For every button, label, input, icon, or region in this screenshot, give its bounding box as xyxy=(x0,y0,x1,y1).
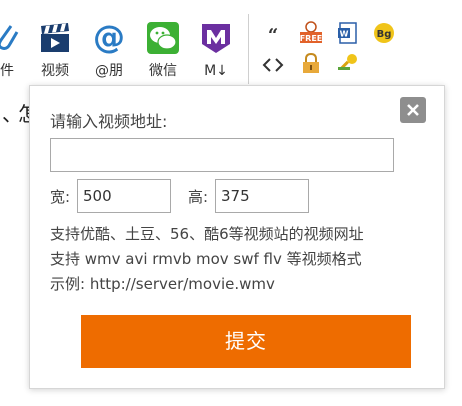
toolbar-mention-button[interactable]: @ @朋 xyxy=(84,20,134,84)
wechat-icon xyxy=(147,22,179,54)
toolbar-video-button[interactable]: 视频 xyxy=(30,20,80,84)
video-clapper-icon xyxy=(41,23,69,52)
attachment-icon xyxy=(0,25,19,50)
svg-text:“: “ xyxy=(268,25,278,46)
markdown-icon xyxy=(202,24,230,53)
toolbar-wechat-button[interactable]: 微信 xyxy=(138,20,188,84)
height-input[interactable] xyxy=(215,179,309,213)
word-doc-icon[interactable]: W xyxy=(337,22,359,44)
submit-button[interactable]: 提交 xyxy=(81,315,411,368)
close-button[interactable] xyxy=(400,97,426,123)
height-label: 高: xyxy=(188,188,209,206)
toolbar-attachment-button[interactable]: 件 xyxy=(0,20,32,84)
bg-badge-icon[interactable]: Bg xyxy=(373,22,395,44)
bg-badge-text: Bg xyxy=(377,29,392,40)
lock-icon[interactable] xyxy=(300,52,322,74)
toolbar-markdown-button[interactable]: M↓ xyxy=(191,20,241,84)
code-icon[interactable] xyxy=(262,54,284,76)
video-url-input[interactable] xyxy=(50,138,394,172)
width-input[interactable] xyxy=(77,179,171,213)
word-doc-text: W xyxy=(340,30,349,39)
free-tag-icon[interactable]: FREE xyxy=(299,20,323,46)
toolbar-attachment-label: 件 xyxy=(0,63,14,79)
key-user-icon[interactable] xyxy=(337,52,359,74)
help-line-sites: 支持优酷、土豆、56、酷6等视频站的视频网址 xyxy=(50,225,364,243)
svg-text:@: @ xyxy=(93,20,125,56)
toolbar-separator xyxy=(248,14,249,84)
insert-video-dialog: 请输入视频地址: 宽: 高: 支持优酷、土豆、56、酷6等视频站的视频网址 支持… xyxy=(29,85,445,389)
at-mention-icon: @ xyxy=(93,20,125,56)
quote-icon[interactable]: “ xyxy=(262,24,284,46)
help-line-formats: 支持 wmv avi rmvb mov swf flv 等视频格式 xyxy=(50,250,362,268)
help-line-example: 示例: http://server/movie.wmv xyxy=(50,275,275,293)
toolbar-mention-label: @朋 xyxy=(95,63,123,79)
toolbar-wechat-label: 微信 xyxy=(149,63,177,79)
dimension-row: 宽: 高: xyxy=(50,179,410,213)
free-tag-text: FREE xyxy=(300,34,323,43)
toolbar-video-label: 视频 xyxy=(41,63,69,79)
width-label: 宽: xyxy=(50,188,71,206)
video-url-prompt: 请输入视频地址: xyxy=(50,112,168,131)
editor-toolbar: 件 视频 @ @朋 微信 M↓ “ FREE W Bg xyxy=(0,0,462,88)
close-icon xyxy=(407,104,419,116)
help-text: 支持优酷、土豆、56、酷6等视频站的视频网址 支持 wmv avi rmvb m… xyxy=(50,222,364,297)
toolbar-markdown-label: M↓ xyxy=(204,63,228,79)
